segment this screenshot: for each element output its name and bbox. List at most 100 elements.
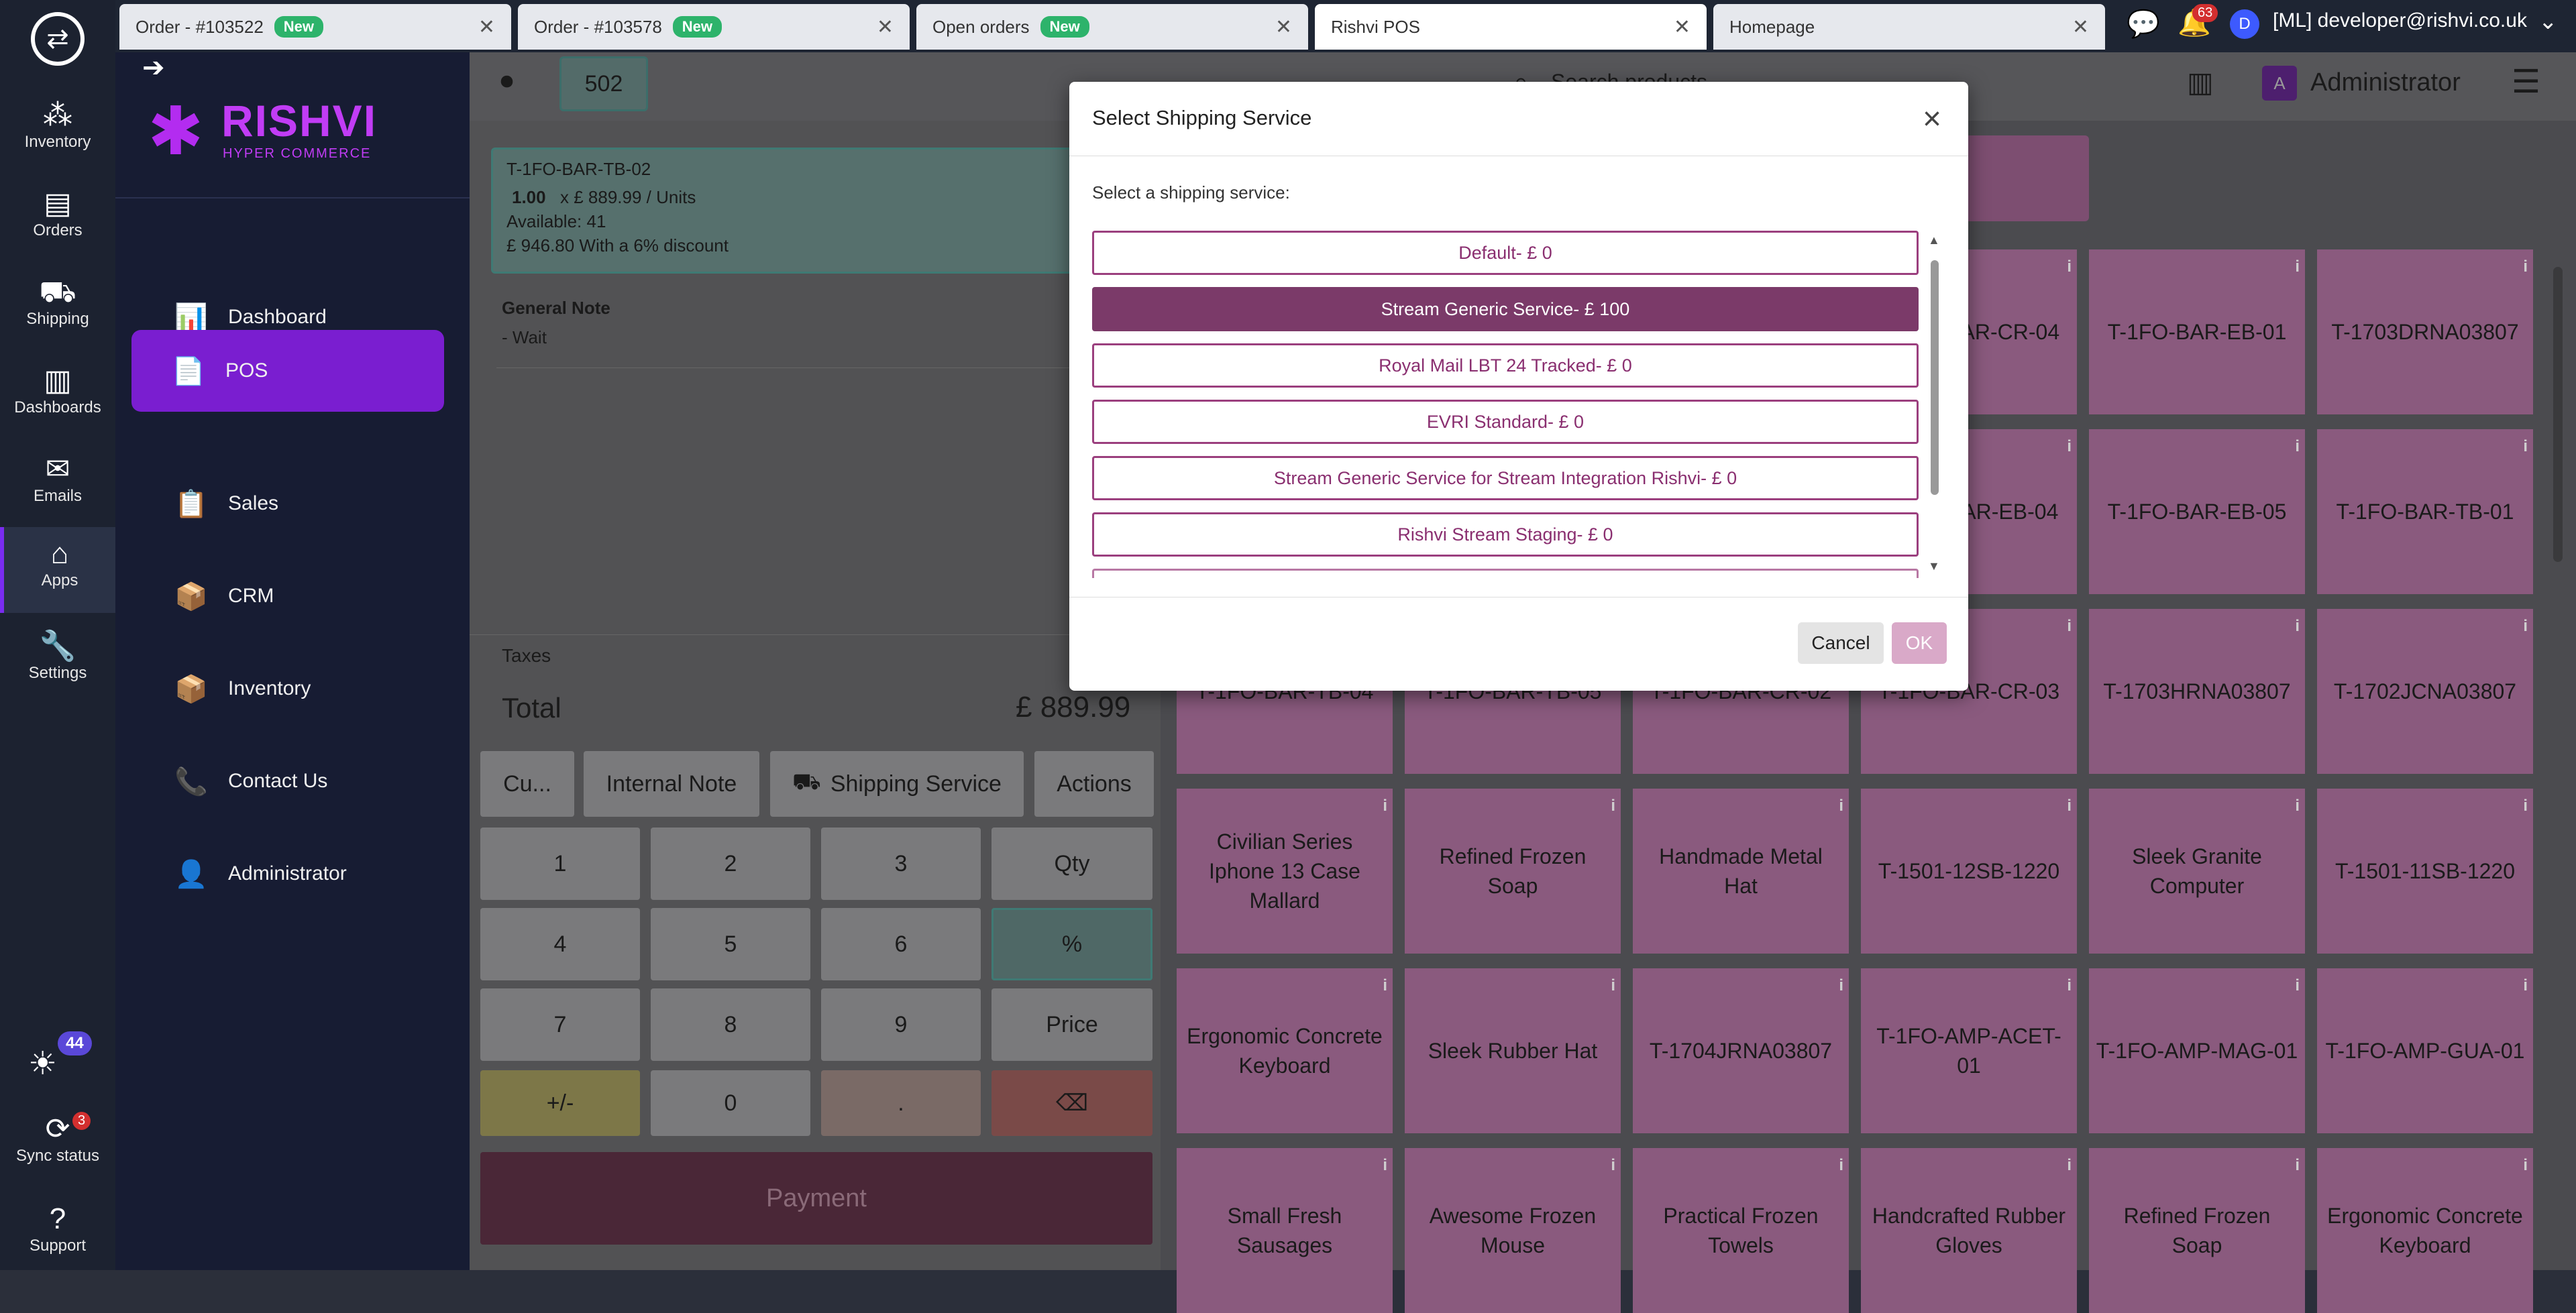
shipping-option[interactable]: Default- £ 0 <box>1092 231 1919 275</box>
product-tile[interactable]: Sleek Rubber Hat i <box>1405 968 1621 1133</box>
rail-item-sync-status[interactable]: ⟳ Sync status <box>0 1112 115 1165</box>
sidebar-item-inventory[interactable]: 📦 Inventory <box>134 648 451 730</box>
keypad-decimal[interactable]: . <box>821 1070 981 1136</box>
rail-item-apps[interactable]: ⌂ Apps <box>0 527 115 613</box>
info-icon[interactable]: i <box>2067 612 2072 641</box>
browser-tab[interactable]: Order - #103522 New ✕ <box>119 4 511 50</box>
product-tile[interactable]: T-1703HRNA03807 i <box>2089 609 2305 774</box>
product-tile[interactable]: T-1FO-BAR-EB-01 i <box>2089 249 2305 414</box>
shipping-service-button[interactable]: ⛟ Shipping Service <box>770 751 1024 817</box>
info-icon[interactable]: i <box>1839 791 1843 821</box>
sun-icon[interactable]: ☀ <box>28 1045 57 1082</box>
arrow-right-icon[interactable]: ➔ <box>142 52 165 83</box>
info-icon[interactable]: i <box>1383 971 1387 1001</box>
info-icon[interactable]: i <box>2067 1151 2072 1180</box>
shipping-option[interactable]: Stream Generic Service for Stream Integr… <box>1092 456 1919 500</box>
info-icon[interactable]: i <box>1611 791 1615 821</box>
sidebar-item-crm[interactable]: 📦 CRM <box>134 555 451 637</box>
rail-item-support[interactable]: ? Support <box>0 1202 115 1255</box>
rail-item-orders[interactable]: ▤ Orders <box>0 186 115 240</box>
product-tile[interactable]: T-1FO-BAR-TB-01 i <box>2317 429 2533 594</box>
keypad-percent[interactable]: % <box>991 908 1152 980</box>
rail-item-shipping[interactable]: ⛟ Shipping <box>0 275 115 329</box>
info-icon[interactable]: i <box>2523 612 2528 641</box>
product-tile[interactable]: T-1FO-AMP-MAG-01 i <box>2089 968 2305 1133</box>
internal-note-button[interactable]: Internal Note <box>584 751 759 817</box>
sidebar-item-sales[interactable]: 📋 Sales <box>134 463 451 545</box>
info-icon[interactable]: i <box>2295 252 2300 282</box>
close-icon[interactable]: ✕ <box>1674 15 1690 39</box>
scroll-up-icon[interactable]: ▲ <box>1928 233 1940 247</box>
product-tile[interactable]: T-1FO-AMP-ACET-01 i <box>1861 968 2077 1133</box>
browser-tab[interactable]: Homepage ✕ <box>1713 4 2105 50</box>
browser-tab[interactable]: Open orders New ✕ <box>916 4 1308 50</box>
product-tile[interactable]: T-1501-11SB-1220 i <box>2317 789 2533 954</box>
keypad-0[interactable]: 0 <box>651 1070 810 1136</box>
keypad-qty[interactable]: Qty <box>991 827 1152 900</box>
product-tile[interactable]: Ergonomic Concrete Keyboard i <box>1177 968 1393 1133</box>
grid-scrollbar[interactable] <box>2553 267 2563 562</box>
info-icon[interactable]: i <box>1839 1151 1843 1180</box>
product-tile[interactable]: T-1703DRNA03807 i <box>2317 249 2533 414</box>
info-icon[interactable]: i <box>2067 432 2072 461</box>
info-icon[interactable]: i <box>2295 971 2300 1001</box>
close-icon[interactable]: ✕ <box>877 15 894 39</box>
circle-icon[interactable]: ⏺ <box>500 67 513 96</box>
barcode-icon[interactable]: ▥ <box>2187 66 2214 99</box>
info-icon[interactable]: i <box>2523 432 2528 461</box>
close-icon[interactable]: ✕ <box>478 15 495 39</box>
chat-icon[interactable]: 💬 <box>2127 8 2160 40</box>
keypad-4[interactable]: 4 <box>480 908 640 980</box>
admin-avatar[interactable]: A <box>2262 66 2297 101</box>
close-icon[interactable]: × <box>1923 101 1941 137</box>
keypad-plus-minus[interactable]: +/- <box>480 1070 640 1136</box>
menu-icon[interactable]: ☰ <box>2512 63 2540 101</box>
info-icon[interactable]: i <box>2295 432 2300 461</box>
product-tile[interactable]: Handcrafted Rubber Gloves i <box>1861 1148 2077 1313</box>
info-icon[interactable]: i <box>1611 971 1615 1001</box>
browser-tab[interactable]: Order - #103578 New ✕ <box>518 4 910 50</box>
info-icon[interactable]: i <box>1383 791 1387 821</box>
info-icon[interactable]: i <box>1383 1151 1387 1180</box>
chevron-down-icon[interactable]: ⌄ <box>2538 8 2558 35</box>
keypad-2[interactable]: 2 <box>651 827 810 900</box>
info-icon[interactable]: i <box>1839 971 1843 1001</box>
shipping-option[interactable]: EVRI Standard- £ 0 <box>1092 400 1919 444</box>
info-icon[interactable]: i <box>2067 252 2072 282</box>
rail-item-settings[interactable]: 🔧 Settings <box>0 629 115 683</box>
info-icon[interactable]: i <box>2523 252 2528 282</box>
info-icon[interactable]: i <box>2523 1151 2528 1180</box>
payment-button[interactable]: Payment <box>480 1152 1152 1245</box>
scroll-down-icon[interactable]: ▼ <box>1928 559 1940 573</box>
keypad-5[interactable]: 5 <box>651 908 810 980</box>
admin-label[interactable]: Administrator <box>2310 68 2461 97</box>
product-tile[interactable]: Civilian Series Iphone 13 Case Mallard i <box>1177 789 1393 954</box>
product-tile[interactable]: Small Fresh Sausages i <box>1177 1148 1393 1313</box>
keypad-9[interactable]: 9 <box>821 988 981 1061</box>
rail-item-emails[interactable]: ✉ Emails <box>0 452 115 506</box>
product-tile[interactable]: Handmade Metal Hat i <box>1633 789 1849 954</box>
ok-button[interactable]: OK <box>1892 622 1947 664</box>
actions-button[interactable]: Actions <box>1034 751 1154 817</box>
product-tile[interactable]: Refined Frozen Soap i <box>1405 789 1621 954</box>
shipping-option[interactable]: Stream Generic Service- £ 100 <box>1092 287 1919 331</box>
info-icon[interactable]: i <box>2295 791 2300 821</box>
app-logo-icon[interactable]: ⇄ <box>31 12 85 66</box>
product-tile[interactable]: T-1FO-AMP-GUA-01 i <box>2317 968 2533 1133</box>
product-tile[interactable]: T-1702JCNA03807 i <box>2317 609 2533 774</box>
info-icon[interactable]: i <box>2295 1151 2300 1180</box>
customer-button[interactable]: Cu... <box>480 751 574 817</box>
info-icon[interactable]: i <box>2523 791 2528 821</box>
keypad-3[interactable]: 3 <box>821 827 981 900</box>
user-email[interactable]: [ML] developer@rishvi.co.uk <box>2273 9 2527 32</box>
product-tile[interactable]: Refined Frozen Soap i <box>2089 1148 2305 1313</box>
info-icon[interactable]: i <box>2067 971 2072 1001</box>
product-tile[interactable]: Sleek Granite Computer i <box>2089 789 2305 954</box>
cancel-button[interactable]: Cancel <box>1798 622 1884 664</box>
info-icon[interactable]: i <box>2067 791 2072 821</box>
info-icon[interactable]: i <box>2523 971 2528 1001</box>
product-tile[interactable]: T-1FO-BAR-EB-05 i <box>2089 429 2305 594</box>
keypad-1[interactable]: 1 <box>480 827 640 900</box>
product-tile[interactable]: Ergonomic Concrete Keyboard i <box>2317 1148 2533 1313</box>
keypad-price[interactable]: Price <box>991 988 1152 1061</box>
